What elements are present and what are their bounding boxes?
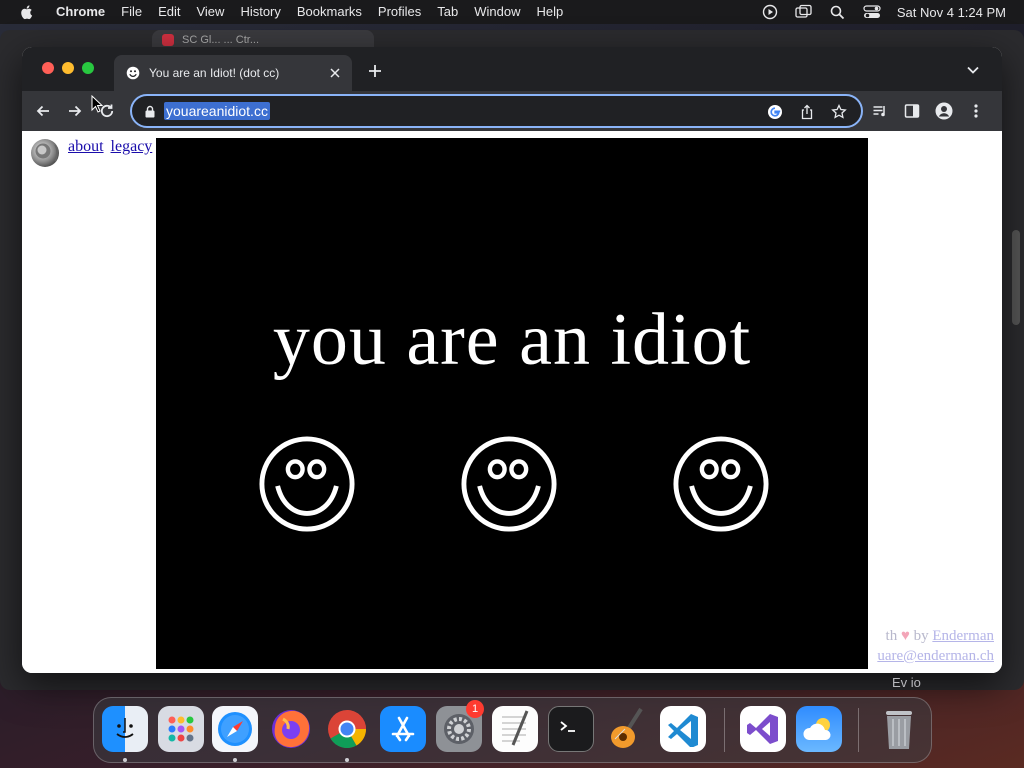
smiley-icon [126, 66, 140, 80]
dock-running-dot [345, 758, 349, 762]
side-panel-icon[interactable] [903, 102, 921, 120]
browser-toolbar: youareanidiot.cc [22, 91, 1002, 131]
menu-window[interactable]: Window [466, 0, 528, 24]
enderman-link[interactable]: Enderman [932, 628, 994, 644]
background-tab-title: SC Gl... ... Ctr... [182, 34, 260, 46]
url-text[interactable]: youareanidiot.cc [164, 102, 270, 120]
dock-separator [858, 708, 859, 752]
back-icon[interactable] [34, 102, 52, 120]
google-lens-icon[interactable] [766, 103, 784, 121]
profile-icon[interactable] [935, 102, 953, 120]
email-link[interactable]: uare@enderman.ch [877, 648, 994, 664]
credits: th ♥ by Enderman uare@enderman.ch [877, 626, 994, 666]
menu-profiles[interactable]: Profiles [370, 0, 429, 24]
smiley-center-icon [461, 436, 557, 532]
dock-textedit-icon[interactable] [492, 706, 538, 752]
dock-app-store-icon[interactable] [380, 706, 426, 752]
lock-icon[interactable] [144, 105, 156, 118]
bookmark-star-icon[interactable] [830, 103, 848, 121]
dock-launchpad-icon[interactable] [158, 706, 204, 752]
dock-firefox-icon[interactable] [268, 706, 314, 752]
forward-icon[interactable] [66, 102, 84, 120]
heart-icon: ♥ [900, 628, 910, 644]
menu-help[interactable]: Help [529, 0, 572, 24]
speaker-icon[interactable] [29, 136, 63, 170]
about-link[interactable]: about [68, 138, 104, 155]
dock-weather-icon[interactable] [796, 706, 842, 752]
overlay-label: Ev io [892, 675, 921, 690]
minimize-window-button[interactable] [62, 62, 74, 74]
headline: you are an idiot [272, 299, 752, 381]
close-window-button[interactable] [42, 62, 54, 74]
dock-separator [724, 708, 725, 752]
dock-finder-icon[interactable] [102, 706, 148, 752]
credit-line: th ♥ by Enderman [877, 626, 994, 646]
page-viewport[interactable]: about legacy safe you are an idiot [22, 131, 1002, 673]
credit-prefix: th [885, 628, 898, 644]
control-center-icon[interactable] [863, 4, 881, 20]
dock-trash-icon[interactable] [876, 706, 922, 752]
play-icon[interactable] [761, 4, 779, 20]
tab-strip: You are an Idiot! (dot cc) [22, 47, 1002, 91]
menu-history[interactable]: History [232, 0, 288, 24]
menu-icon[interactable] [967, 102, 985, 120]
menu-view[interactable]: View [188, 0, 232, 24]
dock-vscode-icon[interactable] [660, 706, 706, 752]
address-bar[interactable]: youareanidiot.cc [130, 94, 863, 128]
close-tab-icon[interactable] [326, 64, 344, 82]
dock-visual-studio-icon[interactable] [740, 706, 786, 752]
media-icon[interactable] [871, 102, 889, 120]
dock-running-dot [123, 758, 127, 762]
idiot-animation-stage[interactable]: you are an idiot [156, 138, 868, 669]
dock-chrome-icon[interactable] [324, 706, 370, 752]
settings-badge: 1 [466, 700, 484, 718]
smiley-left-icon [259, 436, 355, 532]
dock-running-dot [233, 758, 237, 762]
background-tab-favicon-icon [162, 34, 174, 46]
smiley-right-icon [673, 436, 769, 532]
menu-clock[interactable]: Sat Nov 4 1:24 PM [889, 5, 1024, 20]
menu-bookmarks[interactable]: Bookmarks [289, 0, 370, 24]
dock-safari-icon[interactable] [212, 706, 258, 752]
chevron-down-icon[interactable] [966, 63, 980, 77]
tab-active[interactable]: You are an Idiot! (dot cc) [114, 55, 352, 91]
zoom-window-button[interactable] [82, 62, 94, 74]
menu-app-name[interactable]: Chrome [48, 0, 113, 24]
dock: 1 [93, 697, 932, 763]
screen-mirror-icon[interactable] [795, 4, 813, 20]
background-scrollbar[interactable] [1012, 230, 1020, 325]
credit-by: by [913, 628, 929, 644]
menu-file[interactable]: File [113, 0, 150, 24]
mouse-cursor-icon [91, 95, 103, 113]
search-icon[interactable] [829, 4, 847, 20]
apple-menu-icon[interactable] [18, 3, 36, 21]
share-icon[interactable] [798, 103, 816, 121]
menu-tab[interactable]: Tab [429, 0, 466, 24]
chrome-window: You are an Idiot! (dot cc) youareanidiot… [22, 47, 1002, 673]
menu-bar: Chrome File Edit View History Bookmarks … [0, 0, 1024, 24]
menu-edit[interactable]: Edit [150, 0, 188, 24]
tab-title: You are an Idiot! (dot cc) [149, 66, 280, 80]
dock-terminal-icon[interactable] [548, 706, 594, 752]
new-tab-icon[interactable] [366, 62, 384, 80]
dock-garageband-icon[interactable] [604, 706, 650, 752]
legacy-link[interactable]: legacy [111, 138, 153, 155]
